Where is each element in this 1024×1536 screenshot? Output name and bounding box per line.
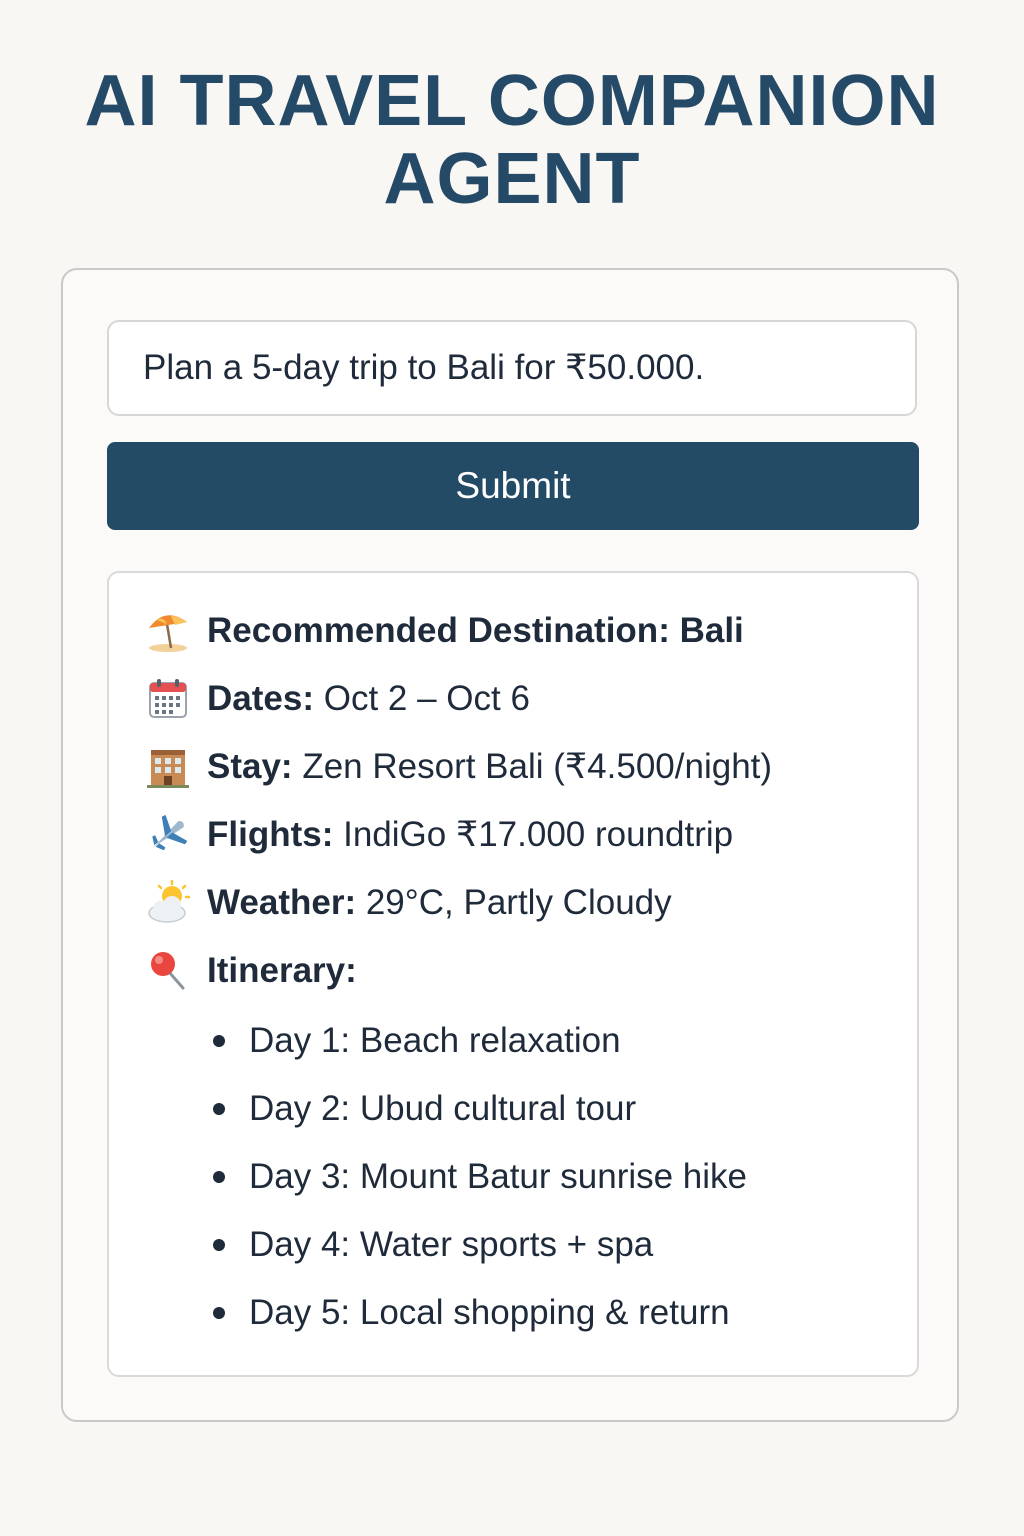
sun-behind-cloud-icon — [148, 880, 191, 923]
stay-row: Stay: Zen Resort Bali (₹4.500/night) — [145, 743, 772, 791]
weather-row: Weather: 29°C, Partly Cloudy — [145, 879, 672, 927]
itinerary-day-3: Day 3: Mount Batur sunrise hike — [213, 1153, 747, 1221]
bullet-icon — [213, 1103, 225, 1115]
bullet-icon — [213, 1171, 225, 1183]
submit-button[interactable]: Submit — [107, 442, 919, 530]
flights-value: IndiGo ₹17.000 roundtrip — [343, 815, 734, 854]
destination-row: Recommended Destination: Bali — [145, 607, 744, 655]
stay-label: Stay: — [207, 747, 293, 786]
weather-label: Weather: — [207, 883, 357, 922]
page-title: AI TRAVEL COMPANION AGENT — [0, 62, 1024, 218]
flights-row: Flights: IndiGo ₹17.000 roundtrip — [145, 811, 733, 859]
destination-value: Bali — [679, 611, 744, 650]
itinerary-day-text: Day 5: Local shopping & return — [249, 1293, 730, 1332]
bullet-icon — [213, 1239, 225, 1251]
weather-value: 29°C, Partly Cloudy — [365, 883, 672, 922]
pushpin-icon — [151, 952, 185, 990]
itinerary-label: Itinerary: — [207, 951, 357, 990]
itinerary-day-text: Day 3: Mount Batur sunrise hike — [249, 1157, 748, 1196]
itinerary-day-2: Day 2: Ubud cultural tour — [213, 1085, 747, 1153]
itinerary-day-4: Day 4: Water sports + spa — [213, 1221, 747, 1289]
bullet-icon — [213, 1035, 225, 1047]
calendar-icon — [149, 679, 187, 718]
itinerary-day-5: Day 5: Local shopping & return — [213, 1289, 747, 1357]
beach-umbrella-icon — [149, 615, 187, 652]
main-panel: Submit Recommended Destination: Bali — [61, 268, 959, 1422]
flights-label: Flights: — [207, 815, 334, 854]
itinerary-list: Day 1: Beach relaxation Day 2: Ubud cult… — [213, 1017, 747, 1357]
itinerary-day-text: Day 2: Ubud cultural tour — [249, 1089, 637, 1128]
trip-query-input[interactable] — [107, 320, 917, 416]
stay-value: Zen Resort Bali (₹4.500/night) — [302, 747, 773, 786]
dates-value: Oct 2 – Oct 6 — [323, 679, 530, 718]
destination-label: Recommended Destination: — [207, 611, 670, 650]
hotel-icon — [147, 750, 189, 788]
itinerary-row: Itinerary: — [145, 947, 357, 995]
itinerary-day-1: Day 1: Beach relaxation — [213, 1017, 747, 1085]
dates-row: Dates: Oct 2 – Oct 6 — [145, 675, 530, 723]
page-title-line-1: AI TRAVEL COMPANION — [84, 61, 940, 141]
bullet-icon — [213, 1307, 225, 1319]
dates-label: Dates: — [207, 679, 314, 718]
page-title-line-2: AGENT — [383, 139, 641, 219]
itinerary-day-text: Day 4: Water sports + spa — [249, 1225, 654, 1264]
airplane-icon — [152, 814, 188, 851]
result-card: Recommended Destination: Bali Dates: Oct… — [107, 571, 919, 1377]
itinerary-day-text: Day 1: Beach relaxation — [249, 1021, 621, 1060]
